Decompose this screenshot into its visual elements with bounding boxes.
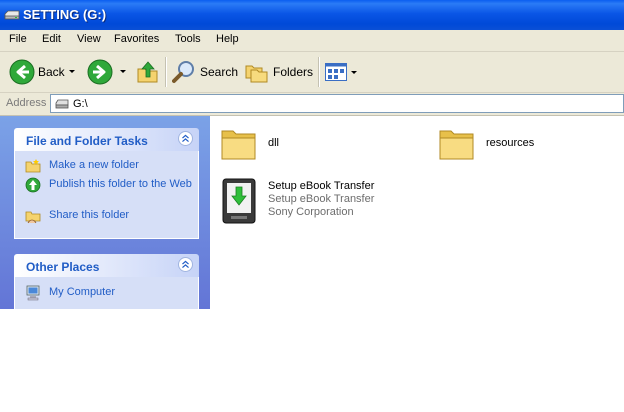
task-label: My Computer [49,286,116,298]
installer-icon [222,178,256,224]
task-pane: File and Folder Tasks Make a new folder [0,116,210,309]
collapse-chevron-icon[interactable] [178,131,193,146]
address-bar: Address G:\ [0,93,624,116]
address-label: Address [6,97,47,109]
up-folder-button[interactable] [136,58,160,86]
drive-icon [4,10,20,20]
menu-tools[interactable]: Tools [175,33,201,45]
views-button[interactable] [325,58,347,86]
search-icon [172,61,194,83]
address-input[interactable]: G:\ [50,94,624,113]
task-publish-web[interactable]: Publish this folder to the Web [25,177,195,205]
panel-title: Other Places [26,260,100,274]
panel-title: File and Folder Tasks [26,134,148,148]
file-name: resources [486,137,535,149]
back-label: Back [38,65,65,79]
file-description: Setup eBook Transfer [268,193,375,205]
file-list: dll resources Setup eBook Transfer Setup… [210,116,624,309]
menu-favorites[interactable]: Favorites [114,33,159,45]
folders-icon [245,65,268,83]
file-folder-tasks-header[interactable]: File and Folder Tasks [14,128,199,151]
menu-edit[interactable]: Edit [42,33,61,45]
back-button[interactable]: Back [9,58,65,86]
file-company: Sony Corporation [268,206,354,218]
folders-button[interactable]: Folders [245,58,313,86]
toolbar-separator [165,57,167,87]
task-label: Make a new folder [49,159,139,171]
search-label: Search [200,65,239,79]
file-name: Setup eBook Transfer [268,180,375,192]
file-item-setup-ebook-transfer[interactable]: Setup eBook Transfer Setup eBook Transfe… [222,178,422,226]
file-folder-tasks-body: Make a new folder Publish this folder to… [14,151,199,239]
toolbar: Back Search Folders [0,52,624,93]
back-arrow-icon [9,59,35,85]
up-folder-icon [137,61,158,83]
file-name: dll [268,137,280,149]
forward-arrow-icon [87,59,113,85]
other-places-body: My Computer [14,277,199,309]
window-title: SETTING (G:) [23,7,107,22]
folder-icon [221,130,256,160]
search-button[interactable]: Search [172,58,238,86]
explorer-window: SETTING (G:) File Edit View Favorites To… [0,0,624,309]
forward-dropdown-icon[interactable] [120,70,126,73]
folder-icon [439,130,474,160]
collapse-chevron-icon[interactable] [178,257,193,272]
new-folder-icon [25,159,41,173]
folder-item-dll[interactable]: dll [220,125,340,165]
title-bar[interactable]: SETTING (G:) [0,0,624,30]
folders-label: Folders [273,65,314,79]
other-places-header[interactable]: Other Places [14,254,199,277]
views-dropdown-icon[interactable] [351,71,357,74]
task-label: Share this folder [49,209,130,221]
forward-button[interactable] [87,58,113,86]
task-label: Publish this folder to the Web [49,178,192,190]
drive-icon [55,99,69,109]
toolbar-separator [318,57,320,87]
menu-view[interactable]: View [77,33,101,45]
menu-bar: File Edit View Favorites Tools Help [0,30,624,52]
folder-item-resources[interactable]: resources [438,125,588,165]
address-value: G:\ [73,98,88,110]
views-icon [325,63,347,81]
publish-web-icon [25,177,41,193]
menu-file[interactable]: File [9,33,27,45]
share-folder-icon [25,211,41,224]
my-computer-icon [26,285,40,301]
back-dropdown-icon[interactable] [69,70,75,73]
menu-help[interactable]: Help [216,33,239,45]
